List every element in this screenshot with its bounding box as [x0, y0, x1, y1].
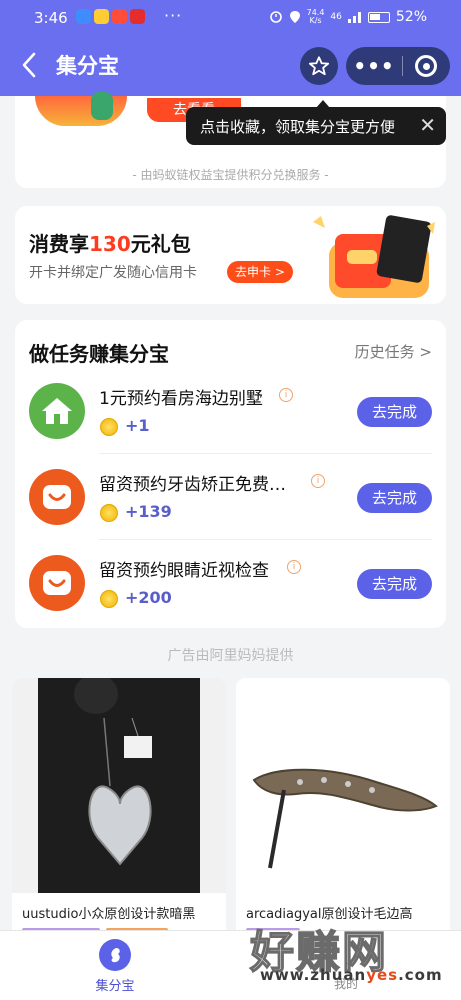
chevron-left-icon	[22, 52, 36, 78]
apply-card-button[interactable]: 去申卡 >	[227, 261, 293, 283]
close-icon[interactable]: ✕	[419, 113, 436, 137]
mini-program-capsule: •••	[346, 47, 450, 85]
location-icon	[289, 11, 300, 23]
watermark: 好赚网 www.zhuanyes.com	[249, 916, 450, 988]
task-item: 1元预约看房海边别墅 i +1 去完成	[15, 368, 446, 454]
app-notification-icon	[76, 9, 91, 24]
page-title: 集分宝	[56, 54, 119, 78]
app-notification-icon	[94, 9, 109, 24]
task-reward: +1	[125, 416, 150, 435]
status-bar: 3:46 ··· 74.4 K/s 46 52%	[0, 0, 461, 36]
complete-task-button[interactable]: 去完成	[357, 483, 432, 513]
coin-icon	[100, 418, 118, 436]
task-reward: +200	[125, 588, 172, 607]
back-button[interactable]	[14, 48, 44, 86]
favorite-tooltip: 点击收藏，领取集分宝更方便 ✕	[186, 100, 446, 145]
product-image	[12, 678, 226, 893]
ad-provider-note: 广告由阿里妈妈提供	[167, 648, 294, 664]
complete-task-button[interactable]: 去完成	[357, 569, 432, 599]
alarm-icon	[269, 11, 282, 23]
battery-percent: 52%	[395, 9, 427, 25]
complete-task-button[interactable]: 去完成	[357, 397, 432, 427]
coin-icon	[100, 590, 118, 608]
coin-icon	[100, 504, 118, 522]
more-button[interactable]: •••	[346, 47, 402, 85]
task-reward: +139	[125, 502, 172, 521]
app-notification-icon	[130, 9, 145, 24]
network-speed: 74.4 K/s	[306, 8, 325, 25]
task-card: 做任务赚集分宝 历史任务 > 1元预约看房海边别墅 i +1 去完成 留资预约牙…	[15, 320, 446, 628]
favorite-button[interactable]	[300, 47, 338, 85]
product-card[interactable]: arcadiagyal原创设计毛边高	[236, 678, 450, 948]
task-item: 留资预约眼睛近视检查 i +200 去完成	[15, 540, 446, 626]
more-notifications-icon: ···	[164, 6, 183, 25]
promo-subtitle: 开卡并绑定广发随心信用卡	[29, 265, 197, 281]
app-notification-icon	[112, 9, 127, 24]
red-packet-card-icon	[313, 215, 435, 298]
product-image	[236, 678, 450, 893]
battery-icon	[367, 11, 390, 23]
product-card[interactable]: uustudio小众原创设计款暗黑	[12, 678, 226, 948]
task-name: 留资预约眼睛近视检查	[99, 561, 269, 581]
info-icon[interactable]: i	[279, 388, 293, 402]
service-provider-note: - 由蚂蚁链权益宝提供积分兑换服务 -	[132, 168, 329, 182]
signal-icon	[347, 12, 361, 23]
signal-label: 46	[330, 12, 342, 22]
jifenbao-tab-icon	[99, 939, 131, 971]
history-tasks-link[interactable]: 历史任务 >	[355, 341, 432, 362]
header: 集分宝 •••	[0, 36, 461, 96]
info-icon[interactable]: i	[287, 560, 301, 574]
gift-illustration	[35, 92, 127, 126]
task-name: 留资预约牙齿矫正免费…	[99, 475, 286, 495]
task-item: 留资预约牙齿矫正免费… i +139 去完成	[15, 454, 446, 540]
close-mini-program-button[interactable]	[403, 55, 449, 77]
watermark-url: www.zhuanyes.com	[260, 966, 443, 984]
credit-card-promo[interactable]: 消费享130元礼包 开卡并绑定广发随心信用卡 去申卡 >	[15, 206, 446, 304]
notification-icons	[76, 9, 145, 24]
info-icon[interactable]: i	[311, 474, 325, 488]
smile-icon	[29, 469, 85, 525]
product-name: uustudio小众原创设计款暗黑	[22, 907, 196, 922]
tab-jifenbao[interactable]: 集分宝	[84, 939, 146, 994]
tooltip-text: 点击收藏，领取集分宝更方便	[200, 117, 396, 136]
house-icon	[29, 383, 85, 439]
promo-title: 消费享130元礼包	[29, 232, 191, 256]
target-icon	[415, 55, 437, 77]
task-section-title: 做任务赚集分宝	[29, 342, 169, 366]
status-time: 3:46	[34, 9, 68, 27]
smile-icon	[29, 555, 85, 611]
star-icon	[308, 56, 330, 76]
task-name: 1元预约看房海边别墅	[99, 389, 263, 409]
tab-label: 集分宝	[95, 979, 135, 994]
